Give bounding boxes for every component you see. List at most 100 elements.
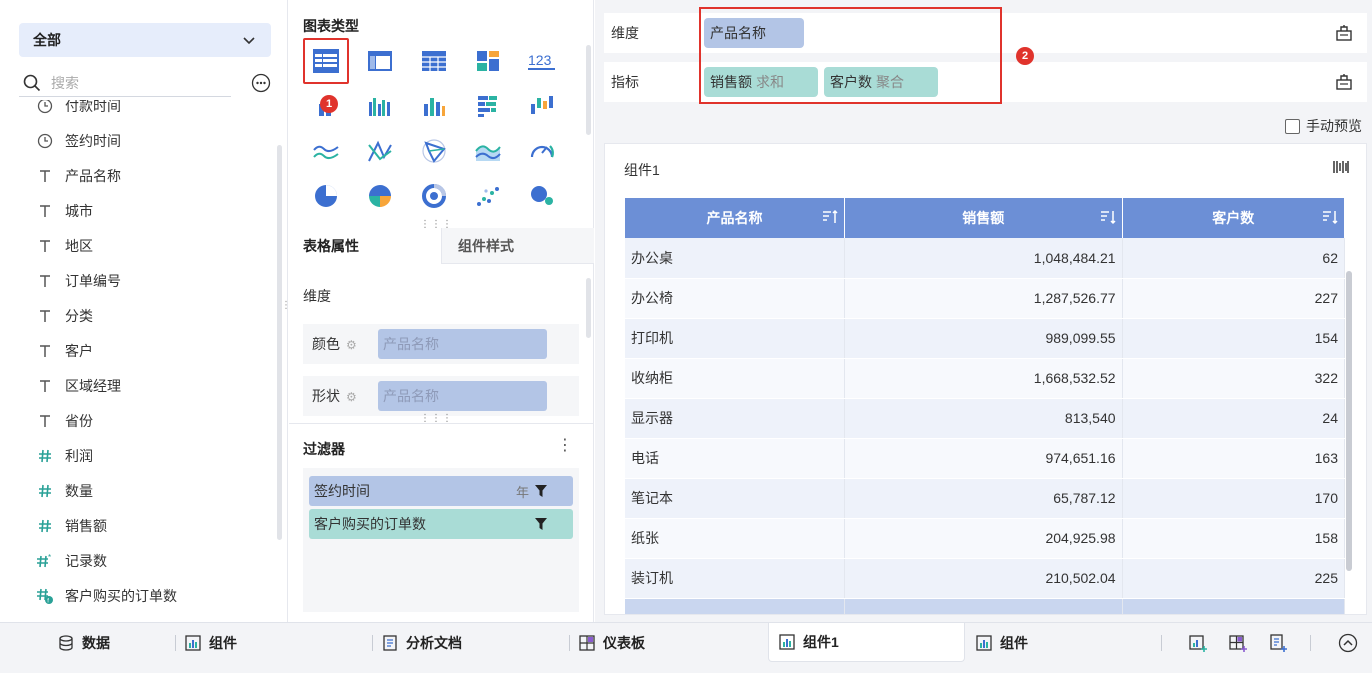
table-cell: 170 — [1122, 478, 1346, 519]
chart-type-rose[interactable] — [357, 173, 403, 219]
color-field-slot[interactable]: 产品名称 — [378, 329, 547, 359]
table-row[interactable]: 办公椅 1,287,526.77 227 — [625, 278, 1346, 319]
table-scrollbar[interactable] — [1346, 271, 1352, 571]
manual-preview-toggle[interactable]: 手动预览 — [1285, 116, 1362, 136]
search-row — [19, 68, 271, 98]
table-row[interactable]: 打印机 989,099.55 154 — [625, 318, 1346, 359]
chart-type-scrollbar[interactable] — [586, 45, 591, 135]
chart-type-scatter[interactable] — [465, 173, 511, 219]
table-row[interactable]: 电话 974,651.16 163 — [625, 438, 1346, 479]
properties-scrollbar[interactable] — [586, 278, 591, 338]
divider — [1161, 635, 1162, 651]
sort-icon[interactable] — [1100, 209, 1116, 225]
chart-type-card[interactable] — [465, 38, 511, 84]
gear-icon[interactable]: ⚙ — [346, 390, 358, 404]
field-item[interactable]: 城市 — [0, 193, 276, 228]
chart-type-cross-table[interactable] — [357, 38, 403, 84]
chart-type-donut[interactable] — [411, 173, 457, 219]
field-item[interactable]: 区域经理 — [0, 368, 276, 403]
chart-type-grouped-bar[interactable] — [357, 83, 403, 129]
field-item[interactable]: 产品名称 — [0, 158, 276, 193]
tab-widget1-active[interactable]: 组件1 — [768, 623, 965, 662]
chart-type-waterfall[interactable] — [519, 83, 565, 129]
field-item[interactable]: 付款时间 — [0, 100, 276, 123]
field-item[interactable]: 签约时间 — [0, 123, 276, 158]
table-row[interactable]: 收纳柜 1,668,532.52 322 — [625, 358, 1346, 399]
add-widget-icon[interactable] — [1188, 633, 1208, 653]
sort-icon[interactable] — [822, 209, 838, 225]
tab-widget-style[interactable]: 组件样式 — [441, 228, 594, 264]
table-row[interactable]: 办公桌 1,048,484.21 62 — [625, 238, 1346, 279]
field-item[interactable]: 利润 — [0, 438, 276, 473]
shelf-settings-icon[interactable] — [1335, 24, 1353, 42]
field-item[interactable]: 订单编号 — [0, 263, 276, 298]
drag-handle-icon[interactable]: ⋮⋮⋮ — [420, 414, 453, 424]
drag-handle-icon[interactable]: ⋮⋮⋮ — [420, 220, 453, 230]
scatter-chart-icon — [477, 187, 499, 206]
chart-type-horizontal-bar[interactable] — [465, 83, 511, 129]
funnel-icon[interactable] — [535, 518, 547, 530]
gear-icon[interactable]: ⚙ — [346, 338, 358, 352]
tab-table-properties[interactable]: 表格属性 — [289, 228, 441, 264]
field-item[interactable]: * 记录数 — [0, 543, 276, 578]
number-type-icon — [36, 517, 54, 535]
manual-preview-checkbox[interactable] — [1285, 118, 1300, 134]
search-box[interactable] — [19, 69, 231, 97]
table-row[interactable]: 显示器 813,540 24 — [625, 398, 1346, 439]
bubble-chart-icon — [531, 186, 553, 205]
more-vertical-icon[interactable]: ⋮ — [557, 438, 573, 456]
divider — [372, 635, 373, 651]
panel-splitter-handle[interactable]: ⋮ — [281, 301, 291, 323]
filter-item[interactable]: 客户购买的订单数 — [309, 509, 573, 539]
column-header[interactable]: 客户数 — [1122, 198, 1346, 238]
field-item[interactable]: 数量 — [0, 473, 276, 508]
text-type-icon — [36, 377, 54, 395]
field-item[interactable]: 省份 — [0, 403, 276, 438]
search-input[interactable] — [51, 74, 211, 91]
field-item-label: 销售额 — [65, 517, 107, 534]
annotation-badge-2: 2 — [1016, 47, 1034, 65]
table-row[interactable]: 纸张 204,925.98 158 — [625, 518, 1346, 559]
filter-item[interactable]: 签约时间 年 — [309, 476, 573, 506]
tab-dashboard[interactable]: 仪表板 — [579, 623, 645, 663]
scope-dropdown[interactable]: 全部 — [19, 23, 271, 57]
chart-type-area[interactable] — [465, 128, 511, 174]
shape-field-slot[interactable]: 产品名称 — [378, 381, 547, 411]
add-document-icon[interactable] — [1268, 633, 1288, 653]
chart-type-column[interactable] — [411, 83, 457, 129]
shelf-settings-icon[interactable] — [1335, 73, 1353, 91]
more-options-icon[interactable] — [251, 73, 271, 93]
tab-analysis-doc[interactable]: 分析文档 — [382, 623, 462, 663]
field-item[interactable]: 客户 — [0, 333, 276, 368]
table-row[interactable]: 装订机 210,502.04 225 — [625, 558, 1346, 599]
tab-data[interactable]: 数据 — [58, 623, 110, 663]
funnel-icon[interactable] — [535, 485, 547, 497]
barcode-icon[interactable] — [1332, 158, 1350, 176]
field-item[interactable]: 地区 — [0, 228, 276, 263]
chart-type-pie[interactable] — [303, 173, 349, 219]
field-item-label: 订单编号 — [65, 272, 121, 289]
chart-type-bubble[interactable] — [519, 173, 565, 219]
dimension-section-label: 维度 — [303, 288, 331, 304]
chevron-up-circle-icon[interactable] — [1338, 633, 1358, 653]
field-item[interactable]: 销售额 — [0, 508, 276, 543]
chart-type-table[interactable] — [303, 38, 349, 84]
add-dashboard-icon[interactable] — [1228, 633, 1248, 653]
field-item-label: 记录数 — [65, 552, 107, 569]
chart-type-gauge[interactable] — [519, 128, 565, 174]
chart-type-detail-table[interactable] — [411, 38, 457, 84]
field-item[interactable]: f 客户购买的订单数 — [0, 578, 276, 613]
chart-type-radar[interactable] — [411, 128, 457, 174]
tab-widget-2[interactable]: 组件 — [976, 623, 1028, 663]
chart-type-kpi[interactable]: 123 — [519, 38, 565, 84]
chart-type-line[interactable] — [303, 128, 349, 174]
table-row[interactable]: 笔记本 65,787.12 170 — [625, 478, 1346, 519]
chart-type-radar-line[interactable] — [357, 128, 403, 174]
field-list-scrollbar[interactable] — [277, 145, 282, 540]
tab-widget[interactable]: 组件 — [185, 623, 237, 663]
sort-icon[interactable] — [1322, 209, 1338, 225]
field-item[interactable]: 分类 — [0, 298, 276, 333]
filter-drop-area[interactable]: 签约时间 年 客户购买的订单数 — [303, 468, 579, 612]
column-header[interactable]: 产品名称 — [625, 198, 845, 238]
column-header[interactable]: 销售额 — [844, 198, 1123, 238]
